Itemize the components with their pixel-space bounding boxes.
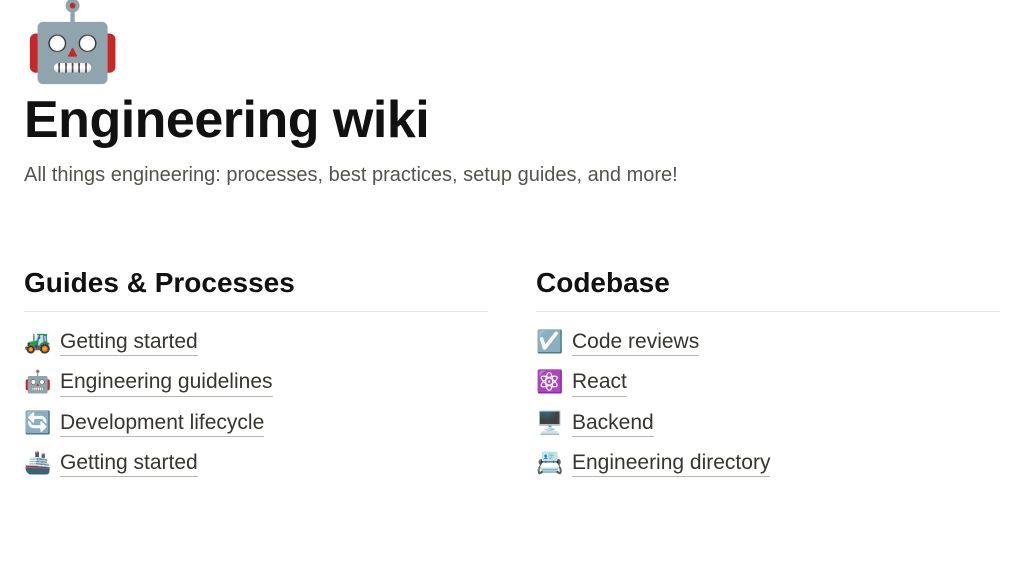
page-title: Engineering wiki [24,90,1000,150]
page-subtitle: All things engineering: processes, best … [24,164,1000,187]
column-codebase: Codebase ☑️ Code reviews ⚛️ React 🖥️ Bac… [536,267,1000,489]
link-code-reviews[interactable]: ☑️ Code reviews [536,328,1000,356]
link-label: Engineering directory [572,449,770,477]
link-engineering-directory[interactable]: 📇 Engineering directory [536,449,1000,477]
link-label: Engineering guidelines [60,368,273,396]
link-label: Development lifecycle [60,409,264,437]
tractor-icon: 🚜 [24,331,50,353]
checkbox-icon: ☑️ [536,331,562,353]
robot-icon: 🤖 [24,371,50,393]
content-columns: Guides & Processes 🚜 Getting started 🤖 E… [24,267,1000,489]
atom-icon: ⚛️ [536,371,562,393]
link-label: React [572,368,627,396]
link-label: Getting started [60,328,198,356]
refresh-icon: 🔄 [24,412,50,434]
page-icon[interactable]: 🤖 [24,2,1000,80]
link-backend[interactable]: 🖥️ Backend [536,409,1000,437]
link-getting-started-2[interactable]: 🚢 Getting started [24,449,488,477]
link-label: Code reviews [572,328,699,356]
link-getting-started[interactable]: 🚜 Getting started [24,328,488,356]
ship-icon: 🚢 [24,452,50,474]
link-engineering-guidelines[interactable]: 🤖 Engineering guidelines [24,368,488,396]
rolodex-icon: 📇 [536,452,562,474]
link-react[interactable]: ⚛️ React [536,368,1000,396]
link-label: Getting started [60,449,198,477]
column-guides-processes: Guides & Processes 🚜 Getting started 🤖 E… [24,267,488,489]
link-development-lifecycle[interactable]: 🔄 Development lifecycle [24,409,488,437]
link-label: Backend [572,409,654,437]
section-heading-codebase: Codebase [536,267,1000,312]
section-heading-guides: Guides & Processes [24,267,488,312]
monitor-icon: 🖥️ [536,412,562,434]
